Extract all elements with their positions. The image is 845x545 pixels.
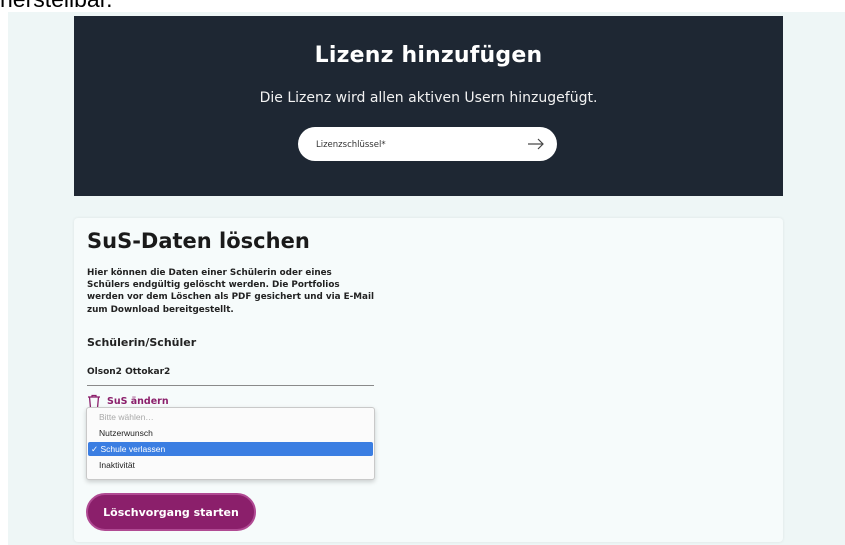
license-key-field (298, 127, 557, 163)
section-description: Hier können die Daten einer Schülerin od… (87, 268, 374, 315)
section-title: SuS-Daten löschen (87, 229, 310, 253)
student-name: Olson2 Ottokar2 (87, 367, 171, 377)
license-title: Lizenz hinzufügen (314, 43, 543, 68)
license-subtitle: Die Lizenz wird allen aktiven Usern hinz… (259, 90, 598, 106)
arrow-right-icon[interactable] (527, 135, 545, 153)
delete-student-card: SuS-Daten löschen Hier können die Daten … (74, 218, 783, 542)
dropdown-option-user-request[interactable]: Nutzerwunsch (88, 426, 373, 440)
dropdown-option-left-school[interactable]: ✓ Schule verlassen (88, 442, 373, 456)
student-label: Schülerin/Schüler (87, 336, 197, 349)
dropdown-option-inactivity[interactable]: Inaktivität (88, 458, 373, 472)
license-panel: Lizenz hinzufügen Die Lizenz wird allen … (74, 16, 783, 196)
change-student-label: SuS ändern (107, 395, 169, 407)
dropdown-option-left-school-label: Schule verlassen (100, 444, 166, 454)
start-deletion-button[interactable]: Löschvorgang starten (86, 493, 256, 531)
student-underline (87, 385, 374, 386)
cutoff-text: herstellbar. (0, 0, 113, 13)
license-key-input[interactable] (314, 127, 518, 163)
reason-dropdown[interactable]: Bitte wählen… Nutzerwunsch ✓ Schule verl… (86, 407, 375, 480)
dropdown-option-placeholder[interactable]: Bitte wählen… (88, 410, 373, 424)
